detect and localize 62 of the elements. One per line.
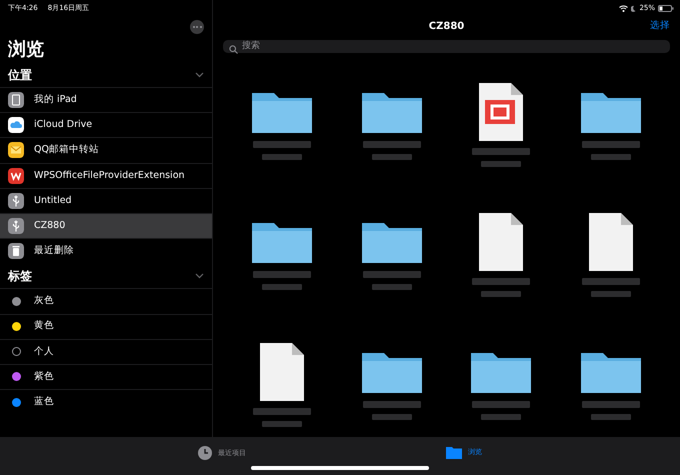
blurred-filename	[582, 278, 640, 284]
sidebar-item[interactable]: CZ880	[0, 212, 212, 238]
usb-icon	[8, 192, 24, 209]
envelope-icon	[8, 142, 24, 158]
chevron-icon[interactable]	[195, 72, 204, 78]
blurred-filename	[582, 140, 640, 148]
tablet-icon	[8, 92, 24, 108]
section-title: 位置	[8, 67, 32, 84]
select-button[interactable]: 选择	[650, 19, 670, 34]
w-logo-icon	[8, 168, 24, 184]
clock-icon	[198, 446, 212, 460]
search-icon	[229, 44, 238, 54]
folder-title: CZ880	[428, 20, 464, 34]
blurred-filename	[481, 290, 522, 296]
blurred-filename	[472, 400, 530, 408]
blurred-filename	[362, 270, 421, 278]
blurred-filename	[372, 154, 412, 160]
blurred-filename	[362, 400, 421, 408]
blurred-filename	[582, 400, 640, 408]
blurred-filename	[481, 160, 522, 166]
sidebar-title: 浏览	[6, 38, 45, 62]
blurred-filename	[591, 154, 632, 160]
document-icon	[258, 342, 306, 402]
blurred-filename	[252, 270, 311, 278]
sidebar-item[interactable]: 黄色	[0, 314, 212, 339]
folder-icon	[446, 446, 462, 459]
sidebar-item[interactable]: 蓝色	[0, 389, 212, 414]
moon-icon	[631, 4, 636, 12]
blurred-filename	[262, 284, 302, 290]
chevron-icon[interactable]	[195, 273, 204, 280]
blurred-filename	[591, 290, 632, 296]
blurred-filename	[362, 140, 421, 148]
blurred-filename	[252, 408, 311, 414]
document-icon	[587, 212, 636, 272]
document-icon	[477, 82, 526, 142]
usb-icon	[8, 218, 24, 234]
blurred-filename	[591, 414, 632, 420]
blurred-filename	[262, 154, 302, 160]
battery-icon	[658, 4, 674, 12]
sidebar-item[interactable]: 个人	[0, 338, 212, 364]
blurred-filename	[372, 414, 412, 420]
sidebar-item[interactable]: WPSOfficeFileProviderExtension	[0, 162, 212, 188]
sidebar-item[interactable]: 灰色	[0, 288, 212, 314]
sidebar-item[interactable]: 紫色	[0, 364, 212, 390]
section-title: 标签	[8, 268, 32, 286]
blurred-filename	[472, 148, 530, 154]
wifi-icon	[619, 4, 628, 12]
document-icon	[477, 212, 526, 272]
blurred-filename	[472, 278, 530, 284]
sidebar-item[interactable]: 我的 iPad	[0, 87, 212, 112]
sidebar-item[interactable]: QQ邮箱中转站	[0, 137, 212, 163]
sidebar-item[interactable]: iCloud Drive	[0, 112, 212, 138]
blurred-filename	[372, 284, 412, 290]
cloud-icon	[8, 117, 24, 134]
trash-icon	[8, 243, 24, 260]
blurred-filename	[481, 414, 522, 420]
sidebar-item[interactable]: 最近删除	[0, 238, 212, 264]
blurred-filename	[262, 420, 302, 426]
tag-dot	[12, 347, 20, 356]
blurred-filename	[252, 140, 311, 148]
more-button[interactable]	[190, 20, 204, 34]
search-field[interactable]: 搜索	[223, 40, 670, 53]
